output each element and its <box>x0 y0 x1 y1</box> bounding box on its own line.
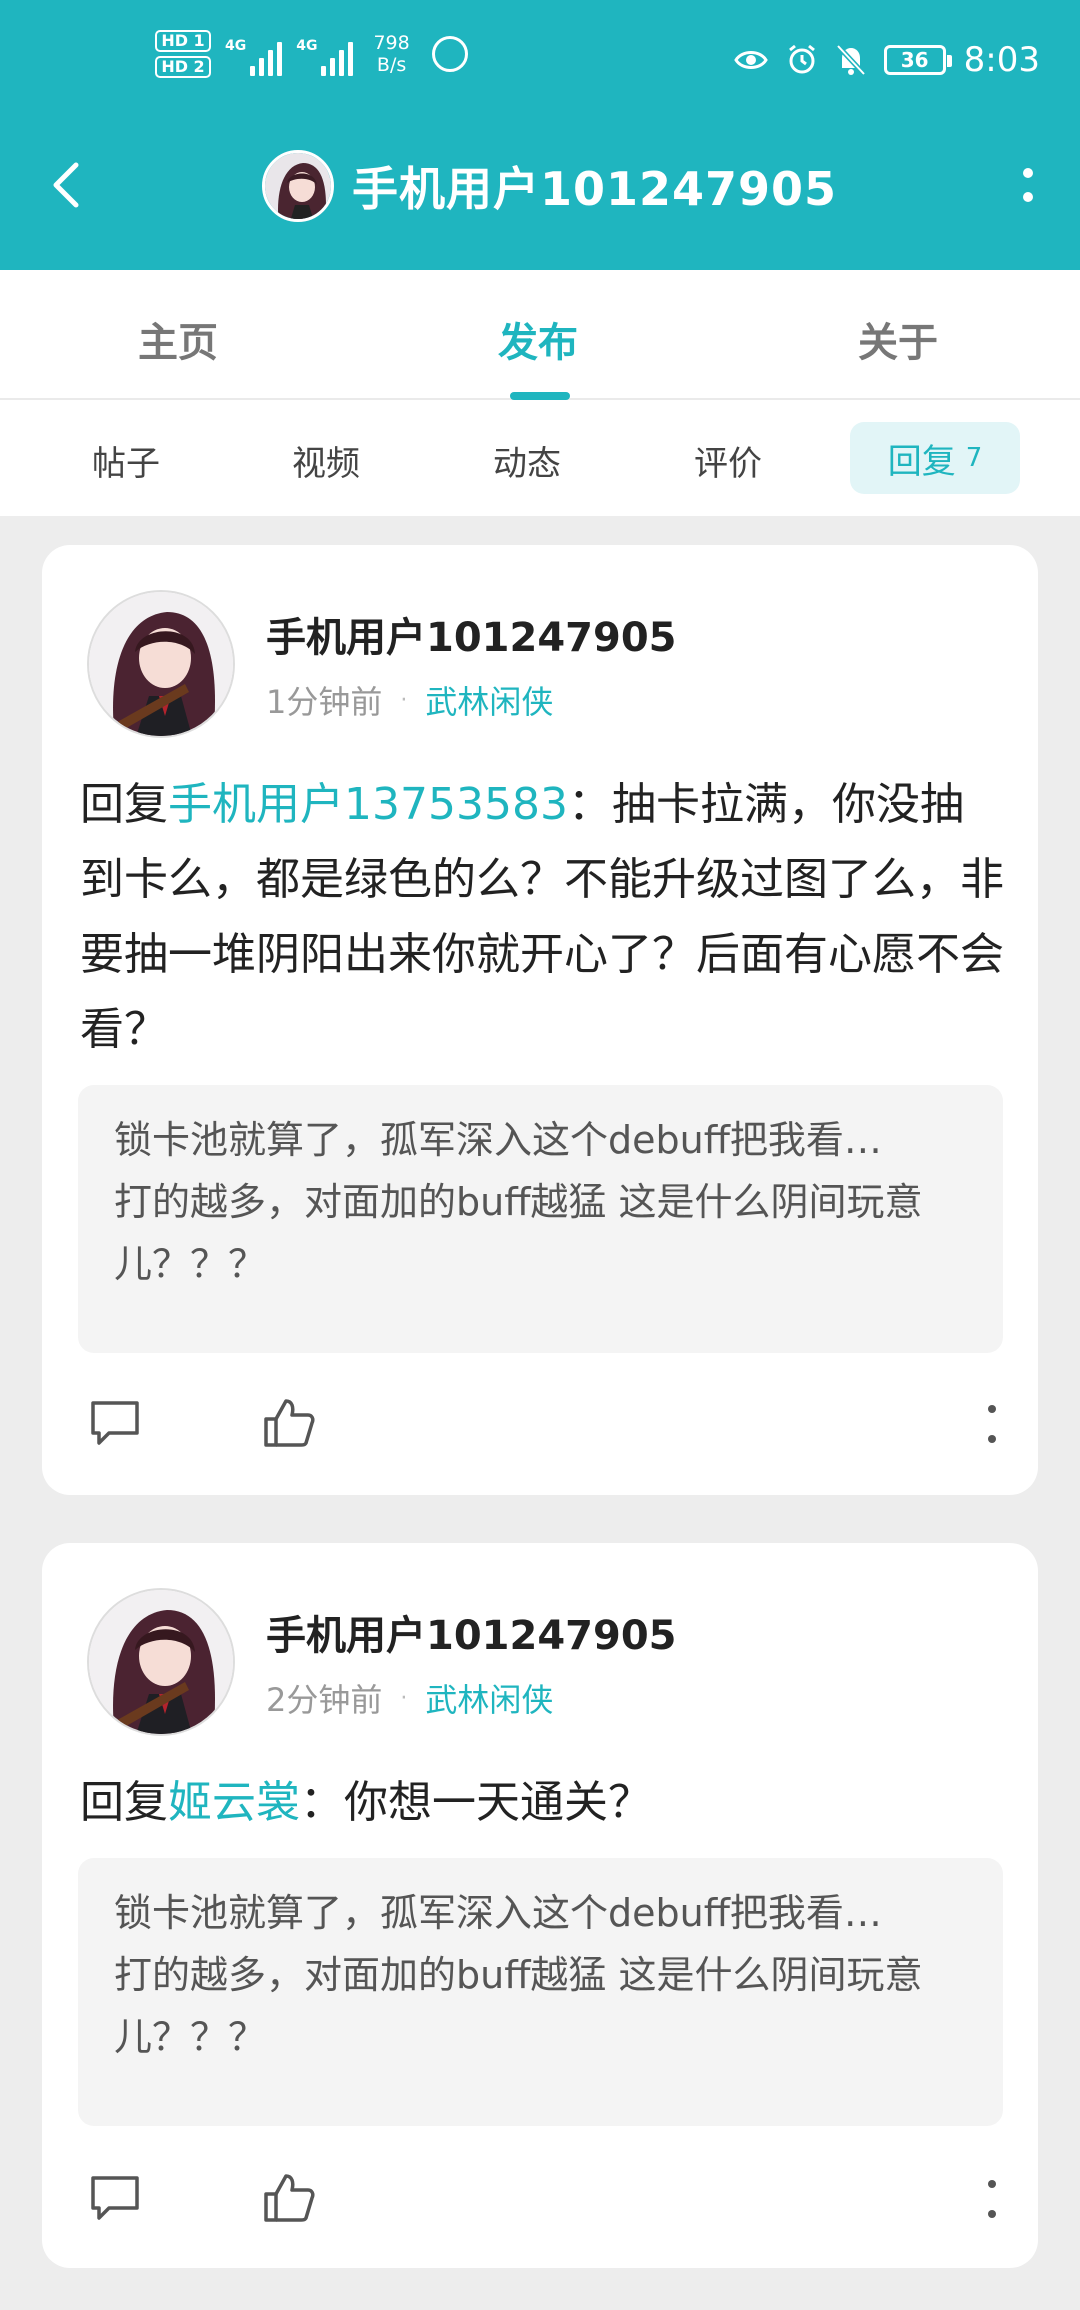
back-icon[interactable] <box>38 155 98 215</box>
avatar[interactable] <box>87 1588 235 1736</box>
reply-card[interactable]: 手机用户101247905 1分钟前 · 武林闲侠 回复手机用户13753583… <box>42 545 1038 1495</box>
tab-about[interactable]: 关于 <box>858 310 938 368</box>
network-speed: 798 B/s <box>373 32 410 76</box>
reply-card[interactable]: 手机用户101247905 2分钟前 · 武林闲侠 回复姬云裳：你想一天通关？ … <box>42 1543 1038 2268</box>
main-tabs: 主页 发布 关于 <box>0 270 1080 400</box>
comment-icon[interactable] <box>87 2170 143 2226</box>
signal-icon: 4G <box>225 32 283 76</box>
post-meta: 1分钟前 · 武林闲侠 <box>266 677 553 723</box>
replies-count: 7 <box>965 443 983 473</box>
page-title: 手机用户101247905 <box>352 162 838 216</box>
mute-bell-icon <box>835 44 866 76</box>
more-icon[interactable] <box>982 1401 1002 1447</box>
tab-home[interactable]: 主页 <box>138 310 218 368</box>
battery-icon: 36 <box>883 45 952 75</box>
post-actions <box>42 2170 1038 2240</box>
quoted-comment[interactable]: 锁卡池就算了，孤军深入这个debuff把我看… 打的越多，对面加的buff越猛 … <box>78 1085 1003 1353</box>
comment-icon[interactable] <box>87 1395 143 1451</box>
sub-tabs: 帖子 视频 动态 评价 回复 7 <box>0 400 1080 516</box>
username[interactable]: 手机用户101247905 <box>266 1603 677 1661</box>
avatar[interactable] <box>87 590 235 738</box>
hd1-badge: HD 1 <box>155 30 211 52</box>
status-bar: HD 1 HD 2 4G 4G 798 B/s 36 8:03 <box>0 0 1080 125</box>
mention-link[interactable]: 手机用户13753583 <box>168 779 568 830</box>
meta-separator: · <box>400 1685 408 1711</box>
meta-separator: · <box>400 687 408 713</box>
tab-indicator <box>510 392 570 400</box>
tab-publish[interactable]: 发布 <box>498 310 578 368</box>
reply-content[interactable]: 回复手机用户13753583：抽卡拉满，你没抽到卡么，都是绿色的么？不能升级过图… <box>80 767 1005 1067</box>
eye-icon <box>733 51 768 69</box>
hd2-badge: HD 2 <box>155 56 211 78</box>
header-avatar[interactable] <box>262 150 334 222</box>
subtab-posts[interactable]: 帖子 <box>92 436 160 485</box>
clock: 8:03 <box>963 40 1040 80</box>
user-badge[interactable]: 武林闲侠 <box>425 677 553 723</box>
app-bar: 手机用户101247905 <box>0 125 1080 270</box>
mention-link[interactable]: 姬云裳 <box>168 1777 300 1828</box>
like-icon[interactable] <box>260 2170 316 2226</box>
more-options-icon[interactable] <box>1016 163 1040 213</box>
post-time: 2分钟前 <box>266 1681 383 1719</box>
like-icon[interactable] <box>260 1395 316 1451</box>
signal-icon-2: 4G <box>296 32 354 76</box>
alarm-icon <box>788 44 815 74</box>
subtab-videos[interactable]: 视频 <box>292 436 360 485</box>
post-meta: 2分钟前 · 武林闲侠 <box>266 1675 553 1721</box>
subtab-reviews[interactable]: 评价 <box>694 436 762 485</box>
hand-icon <box>431 36 468 72</box>
post-actions <box>42 1395 1038 1465</box>
more-icon[interactable] <box>982 2176 1002 2222</box>
top-bar: HD 1 HD 2 4G 4G 798 B/s 36 8:03 手机用户1012… <box>0 0 1080 270</box>
subtab-replies[interactable]: 回复 7 <box>850 422 1020 494</box>
user-badge[interactable]: 武林闲侠 <box>425 1675 553 1721</box>
reply-content[interactable]: 回复姬云裳：你想一天通关？ <box>80 1765 1005 1840</box>
post-time: 1分钟前 <box>266 683 383 721</box>
username[interactable]: 手机用户101247905 <box>266 605 677 663</box>
quoted-comment[interactable]: 锁卡池就算了，孤军深入这个debuff把我看… 打的越多，对面加的buff越猛 … <box>78 1858 1003 2126</box>
subtab-moments[interactable]: 动态 <box>493 436 561 485</box>
sim-indicator: HD 1 HD 2 <box>155 30 211 78</box>
